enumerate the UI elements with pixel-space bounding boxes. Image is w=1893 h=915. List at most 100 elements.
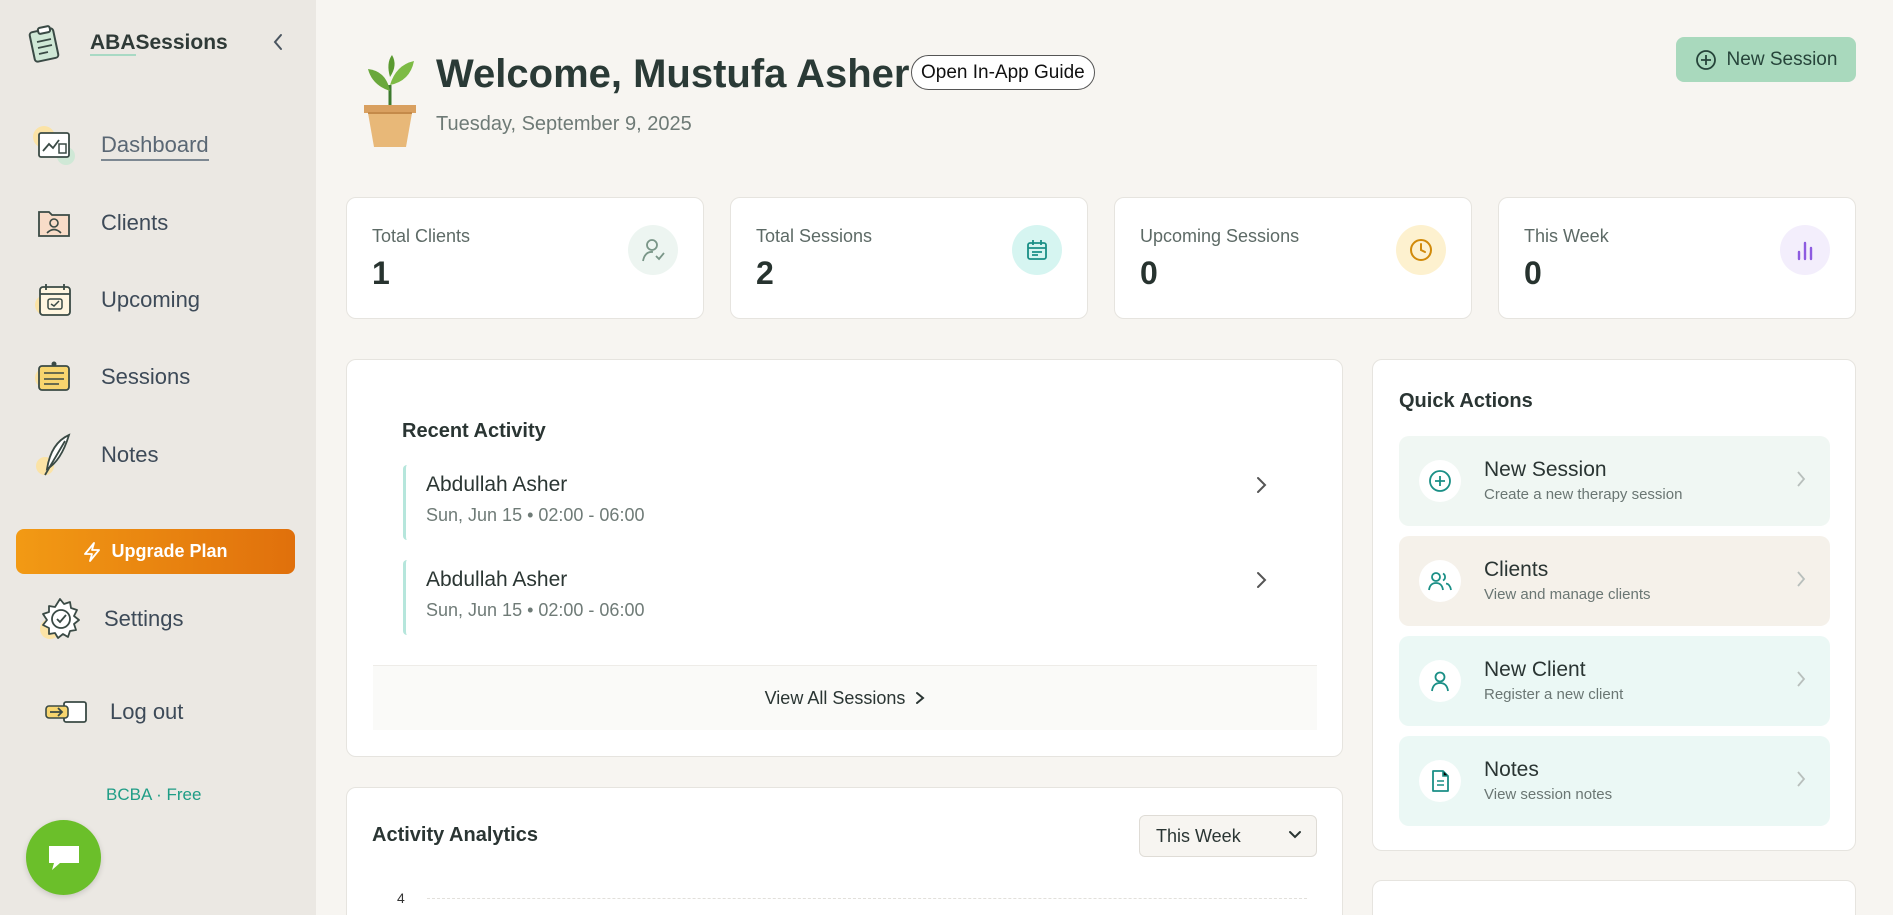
recent-activity-title: Recent Activity <box>402 420 546 442</box>
document-icon <box>1419 760 1461 802</box>
sidebar-item-dashboard[interactable]: Dashboard <box>30 120 209 172</box>
y-axis-tick: 4 <box>397 890 405 906</box>
gear-icon <box>36 595 84 643</box>
quick-action-label: Notes <box>1484 758 1539 781</box>
chevron-right-icon <box>1797 471 1806 487</box>
stat-card-this-week: This Week 0 <box>1498 197 1856 319</box>
sidebar-item-label: Settings <box>104 606 184 631</box>
stat-value: 1 <box>372 255 390 291</box>
chevron-right-icon <box>1257 572 1267 588</box>
sidebar-item-notes[interactable]: Notes <box>30 429 158 481</box>
plan-badge: BCBA · Free <box>106 785 202 804</box>
plus-circle-icon <box>1419 460 1461 502</box>
quick-actions-panel: Quick Actions New Session Create a new t… <box>1372 359 1856 851</box>
secondary-panel <box>1372 880 1856 915</box>
chevron-right-icon <box>916 692 925 704</box>
quill-icon <box>30 431 78 479</box>
plant-icon <box>364 55 416 147</box>
bar-chart-icon <box>1780 225 1830 275</box>
quick-action-new-session[interactable]: New Session Create a new therapy session <box>1399 436 1830 526</box>
calendar-icon <box>30 276 78 324</box>
activity-analytics-panel: Activity Analytics This Week 4 <box>346 787 1343 915</box>
stat-title: Upcoming Sessions <box>1140 226 1300 246</box>
stat-card-upcoming-sessions: Upcoming Sessions 0 <box>1114 197 1472 319</box>
quick-actions-title: Quick Actions <box>1399 390 1533 412</box>
chevron-right-icon <box>1797 571 1806 587</box>
activity-client-name: Abdullah Asher <box>426 568 568 591</box>
activity-client-name: Abdullah Asher <box>426 473 568 496</box>
quick-action-clients[interactable]: Clients View and manage clients <box>1399 536 1830 626</box>
brand-name: ABASessions <box>90 31 228 56</box>
quick-action-desc: View and manage clients <box>1484 586 1651 603</box>
sessions-board-icon <box>30 353 78 401</box>
quick-action-desc: Create a new therapy session <box>1484 486 1683 503</box>
sidebar-item-label: Notes <box>101 442 159 467</box>
quick-action-new-client[interactable]: New Client Register a new client <box>1399 636 1830 726</box>
recent-activity-panel: Recent Activity Abdullah Asher Sun, Jun … <box>346 359 1343 757</box>
new-session-label: New Session <box>1726 48 1838 70</box>
chat-bubble-icon <box>48 845 79 870</box>
open-guide-button[interactable]: Open In-App Guide <box>911 55 1095 90</box>
calendar-list-icon <box>1012 225 1062 275</box>
range-select[interactable]: This Week <box>1139 815 1317 857</box>
logout-button[interactable]: Log out <box>42 686 183 738</box>
stat-title: This Week <box>1524 226 1609 246</box>
lightning-icon <box>84 541 101 562</box>
sidebar-item-sessions[interactable]: Sessions <box>30 351 190 403</box>
sidebar: ABASessions Dashboard Clients Upcoming S… <box>0 0 316 915</box>
dashboard-icon <box>30 122 78 170</box>
upgrade-plan-button[interactable]: Upgrade Plan <box>16 529 295 574</box>
activity-item[interactable]: Abdullah Asher Sun, Jun 15 • 02:00 - 06:… <box>403 465 1273 540</box>
quick-action-label: New Session <box>1484 458 1607 481</box>
activity-item[interactable]: Abdullah Asher Sun, Jun 15 • 02:00 - 06:… <box>403 560 1273 635</box>
quick-action-label: New Client <box>1484 658 1586 681</box>
stat-card-total-sessions: Total Sessions 2 <box>730 197 1088 319</box>
quick-action-label: Clients <box>1484 558 1549 581</box>
current-date: Tuesday, September 9, 2025 <box>436 113 692 135</box>
quick-action-desc: Register a new client <box>1484 686 1624 703</box>
view-all-label: View All Sessions <box>764 687 906 708</box>
chevron-left-icon <box>273 34 282 50</box>
analytics-title: Activity Analytics <box>372 824 538 846</box>
stat-value: 2 <box>756 255 774 291</box>
users-icon <box>1419 560 1461 602</box>
clock-icon <box>1396 225 1446 275</box>
chevron-down-icon <box>1289 831 1301 839</box>
quick-action-notes[interactable]: Notes View session notes <box>1399 736 1830 826</box>
sidebar-item-settings[interactable]: Settings <box>36 593 184 645</box>
plus-circle-icon <box>1695 49 1716 70</box>
chevron-right-icon <box>1257 477 1267 493</box>
stat-title: Total Sessions <box>756 226 873 246</box>
stat-value: 0 <box>1140 255 1158 291</box>
activity-time: Sun, Jun 15 • 02:00 - 06:00 <box>426 600 645 620</box>
clipboard-logo-icon <box>28 25 60 63</box>
chevron-right-icon <box>1797 671 1806 687</box>
user-add-icon <box>1419 660 1461 702</box>
welcome-heading: Welcome, Mustufa Asher <box>436 52 910 96</box>
sidebar-item-upcoming[interactable]: Upcoming <box>30 274 200 326</box>
new-session-button[interactable]: New Session <box>1676 37 1856 82</box>
quick-action-desc: View session notes <box>1484 786 1613 803</box>
sidebar-item-label: Upcoming <box>101 287 201 312</box>
grid-line <box>427 898 1307 899</box>
sidebar-item-clients[interactable]: Clients <box>30 197 168 249</box>
chat-button[interactable] <box>26 820 101 895</box>
sidebar-item-label: Sessions <box>101 364 191 389</box>
logout-icon <box>42 688 90 736</box>
collapse-sidebar-button[interactable] <box>266 30 290 54</box>
activity-time: Sun, Jun 15 • 02:00 - 06:00 <box>426 505 645 525</box>
user-icon <box>628 225 678 275</box>
scrollbar-track[interactable] <box>1873 0 1893 915</box>
range-select-value: This Week <box>1156 825 1241 846</box>
clients-folder-icon <box>30 199 78 247</box>
brand[interactable]: ABASessions <box>24 22 228 64</box>
sidebar-item-label: Dashboard <box>101 132 209 161</box>
stat-value: 0 <box>1524 255 1542 291</box>
view-all-sessions-button[interactable]: View All Sessions <box>373 665 1317 730</box>
stat-card-total-clients: Total Clients 1 <box>346 197 704 319</box>
logout-label: Log out <box>110 699 184 724</box>
stat-title: Total Clients <box>372 226 471 246</box>
sidebar-item-label: Clients <box>101 210 169 235</box>
upgrade-plan-label: Upgrade Plan <box>111 541 228 561</box>
chevron-right-icon <box>1797 771 1806 787</box>
